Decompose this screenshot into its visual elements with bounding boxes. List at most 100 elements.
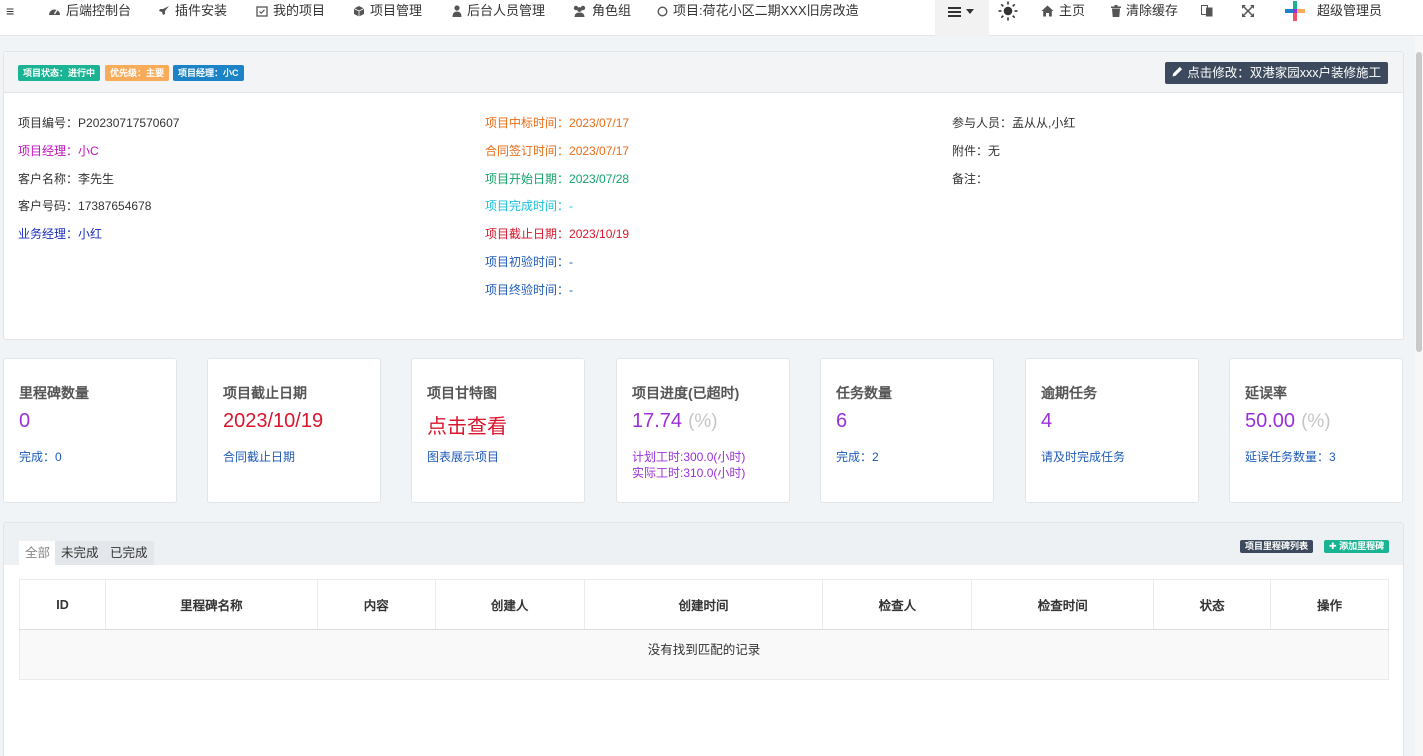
manager-badge: 项目经理：小C xyxy=(173,65,244,81)
info-field-label: 业务经理： xyxy=(18,227,79,242)
translate-icon xyxy=(1201,5,1213,17)
stat-card-title: 项目进度(已超时) xyxy=(632,385,740,401)
top-navbar: ≡ 后端控制台 插件安装 我的项目 项目管理 后台人员管理 角色组 项目:荷花小… xyxy=(0,0,1423,36)
nav-item-staff-management[interactable]: 后台人员管理 xyxy=(452,0,545,22)
stat-card[interactable]: 项目甘特图 点击查看 图表展示项目 xyxy=(411,358,585,503)
stat-card-value: 0 xyxy=(19,410,30,433)
info-field-value: 2023/07/17 xyxy=(569,116,630,130)
stat-card-unit: (%) xyxy=(1301,411,1331,432)
info-field: 客户名称：李先生 xyxy=(18,170,114,187)
stat-card[interactable]: 逾期任务 4 请及时完成任务 xyxy=(1025,358,1199,503)
info-field: 项目中标时间：2023/07/17 xyxy=(485,114,629,131)
column-header[interactable]: 操作 xyxy=(1270,579,1389,630)
nav-item-project-management[interactable]: 项目管理 xyxy=(353,0,422,22)
stat-card-subtext-line: 实际工时:310.0(小时) xyxy=(632,466,746,480)
nav-item-current-project[interactable]: 项目:荷花小区二期XXX旧房改造 xyxy=(657,0,859,22)
theme-toggle[interactable] xyxy=(998,0,1018,22)
info-field: 参与人员：孟从从,小红 xyxy=(952,114,1075,131)
stat-card-number: 50.00 xyxy=(1245,410,1296,432)
clear-cache-button[interactable]: 清除缓存 xyxy=(1111,0,1178,22)
stat-card[interactable]: 里程碑数量 0 完成：0 xyxy=(3,358,177,503)
stat-card-subtext: 图表展示项目 xyxy=(427,449,499,465)
stat-card-number: 点击查看 xyxy=(427,416,507,438)
column-header[interactable]: 内容 xyxy=(317,579,436,630)
stat-card-subtext: 延误任务数量：3 xyxy=(1245,449,1336,465)
column-header[interactable]: 里程碑名称 xyxy=(105,579,318,630)
column-header[interactable]: 创建时间 xyxy=(584,579,824,630)
info-field: 业务经理：小红 xyxy=(18,225,102,242)
stat-card-subtext-line: 计划工时:300.0(小时) xyxy=(632,450,746,464)
column-header[interactable]: 检查人 xyxy=(822,579,973,630)
expand-icon xyxy=(1242,5,1254,17)
stat-card-value: 点击查看 xyxy=(427,410,507,439)
stat-card-value: 4 xyxy=(1041,410,1052,433)
vertical-scrollbar[interactable] xyxy=(1415,36,1423,756)
info-field-label: 合同签订时间： xyxy=(485,143,570,158)
column-header[interactable]: ID xyxy=(19,579,106,630)
nav-item-dashboard[interactable]: 后端控制台 xyxy=(48,0,131,22)
stat-card-number: 17.74 xyxy=(632,410,683,432)
pencil-icon xyxy=(1172,62,1183,84)
info-field-value: 2023/10/19 xyxy=(569,227,630,242)
stat-card-value: 50.00 (%) xyxy=(1245,410,1331,433)
milestone-header: 全部 未完成 已完成 项目里程碑列表 ✚ 添加里程碑 xyxy=(4,523,1403,565)
project-info-panel: 项目状态：进行中 优先级：主要 项目经理：小C 点击修改：双港家园xxx户装修施… xyxy=(3,51,1404,340)
fullscreen-button[interactable] xyxy=(1242,0,1254,22)
stat-card-title: 延误率 xyxy=(1245,385,1287,401)
table-header-row: ID 里程碑名称 内容 创建人 创建时间 检查人 检查时间 状态 操作 xyxy=(19,579,1389,630)
info-field-label: 项目中标时间： xyxy=(485,116,570,130)
language-toggle[interactable] xyxy=(1201,0,1213,22)
info-field: 项目经理：小C xyxy=(18,142,99,159)
stat-card[interactable]: 项目截止日期 2023/10/19 合同截止日期 xyxy=(207,358,381,503)
milestone-list-button[interactable]: 项目里程碑列表 xyxy=(1240,540,1314,553)
stat-card-number: 6 xyxy=(836,410,848,432)
info-field-value: 李先生 xyxy=(78,171,115,186)
add-milestone-button[interactable]: ✚ 添加里程碑 xyxy=(1324,540,1390,553)
column-header[interactable]: 创建人 xyxy=(435,579,585,630)
nav-item-my-projects[interactable]: 我的项目 xyxy=(256,0,325,22)
nav-item-role-group[interactable]: 角色组 xyxy=(572,0,631,22)
rocket-icon xyxy=(158,5,170,17)
stat-card-subtext: 合同截止日期 xyxy=(223,449,295,465)
info-field-value: 17387654678 xyxy=(78,199,152,214)
empty-message: 没有找到匹配的记录 xyxy=(19,629,1389,680)
column-header[interactable]: 检查时间 xyxy=(971,579,1155,630)
nav-home[interactable]: 主页 xyxy=(1041,0,1085,22)
stat-card-title: 逾期任务 xyxy=(1041,385,1097,401)
edit-project-button[interactable]: 点击修改：双港家园xxx户装修施工 xyxy=(1165,62,1388,84)
stat-card-subtext: 完成：0 xyxy=(19,449,62,465)
tab-incomplete[interactable]: 未完成 xyxy=(55,541,105,565)
scrollbar-thumb[interactable] xyxy=(1416,52,1422,352)
user-menu[interactable]: 超级管理员 xyxy=(1284,0,1382,22)
info-field-value: - xyxy=(569,282,574,297)
info-field-value: 2023/07/17 xyxy=(569,143,630,158)
stat-card-number: 4 xyxy=(1041,410,1053,432)
user-icon xyxy=(452,5,462,17)
circle-icon xyxy=(657,5,668,17)
stat-card-title: 里程碑数量 xyxy=(19,385,89,401)
info-field: 项目截止日期：2023/10/19 xyxy=(485,225,629,242)
info-field-label: 项目完成时间： xyxy=(485,199,570,214)
nav-item-plugins[interactable]: 插件安装 xyxy=(158,0,227,22)
column-header[interactable]: 状态 xyxy=(1153,579,1272,630)
info-field-value: 孟从从,小红 xyxy=(1012,116,1076,130)
stat-card-subtext-line: 合同截止日期 xyxy=(223,450,296,464)
stat-card[interactable]: 任务数量 6 完成：2 xyxy=(820,358,994,503)
info-field-value: 小红 xyxy=(78,227,103,242)
stat-card-subtext-line: 请及时完成任务 xyxy=(1041,450,1126,464)
sidebar-toggle-button[interactable]: ≡ xyxy=(6,0,14,22)
priority-badge: 优先级：主要 xyxy=(105,65,170,81)
info-field: 附件：无 xyxy=(952,142,1000,159)
info-field-value: 小C xyxy=(78,143,99,158)
hamburger-icon: ≡ xyxy=(6,3,15,19)
stat-card[interactable]: 延误率 50.00 (%) 延误任务数量：3 xyxy=(1229,358,1403,503)
stat-card-subtext-line: 延误任务数量：3 xyxy=(1245,450,1336,464)
home-icon xyxy=(1041,5,1054,17)
stat-card[interactable]: 项目进度(已超时) 17.74 (%) 计划工时:300.0(小时) 实际工时:310.… xyxy=(616,358,790,503)
tab-all[interactable]: 全部 xyxy=(19,541,57,565)
tab-complete[interactable]: 已完成 xyxy=(104,541,154,565)
info-field: 项目初验时间：- xyxy=(485,253,573,270)
nav-menu-toggle[interactable] xyxy=(948,0,974,22)
avatar xyxy=(1284,0,1306,22)
milestone-panel: 全部 未完成 已完成 项目里程碑列表 ✚ 添加里程碑 ID 里程碑名称 内容 创建人创… xyxy=(3,522,1404,756)
